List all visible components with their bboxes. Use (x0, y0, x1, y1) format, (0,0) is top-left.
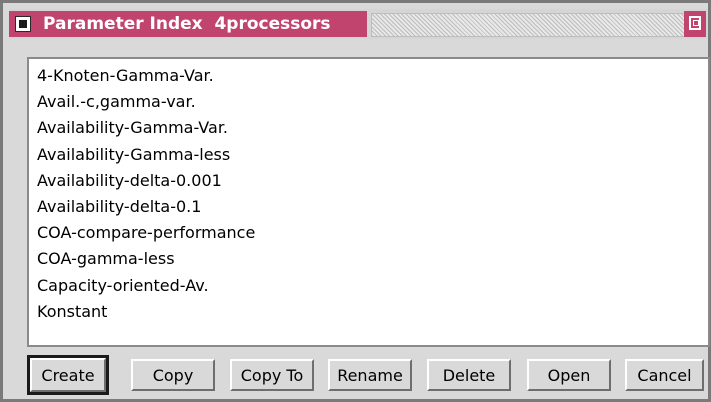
list-item[interactable]: Konstant (37, 299, 708, 325)
cancel-button[interactable]: Cancel (625, 359, 704, 391)
parameter-index-window: Parameter Index 4processors 4-Knoten-Gam… (0, 0, 711, 402)
list-item[interactable]: COA-gamma-less (37, 246, 708, 272)
button-row: Create Copy Copy To Rename Delete Open C… (27, 355, 704, 395)
open-button[interactable]: Open (527, 359, 611, 391)
list-item[interactable]: COA-compare-performance (37, 220, 708, 246)
window-menu-button[interactable] (15, 16, 31, 32)
list-item[interactable]: Availability-delta-0.1 (37, 194, 708, 220)
list-item[interactable]: Availability-Gamma-less (37, 142, 708, 168)
list-item[interactable]: Capacity-oriented-Av. (37, 273, 708, 299)
title-bar-drag-area[interactable] (371, 13, 701, 37)
maximize-button[interactable] (684, 11, 706, 37)
create-button-label: Create (30, 358, 106, 392)
delete-button[interactable]: Delete (427, 359, 511, 391)
window-title: Parameter Index 4processors (43, 14, 331, 34)
create-button[interactable]: Create (27, 355, 109, 395)
list-item[interactable]: Availability-Gamma-Var. (37, 115, 708, 141)
title-bar[interactable]: Parameter Index 4processors (9, 9, 708, 39)
parameter-list: 4-Knoten-Gamma-Var. Avail.-c,gamma-var. … (29, 59, 708, 325)
list-item[interactable]: 4-Knoten-Gamma-Var. (37, 63, 708, 89)
maximize-icon (689, 16, 701, 30)
list-item[interactable]: Availability-delta-0.001 (37, 168, 708, 194)
rename-button[interactable]: Rename (328, 359, 412, 391)
window-menu-icon (19, 20, 27, 28)
title-pill: Parameter Index 4processors (9, 11, 367, 37)
copy-button[interactable]: Copy (131, 359, 215, 391)
parameter-listbox[interactable]: 4-Knoten-Gamma-Var. Avail.-c,gamma-var. … (27, 57, 710, 347)
copy-to-button[interactable]: Copy To (230, 359, 314, 391)
list-item[interactable]: Avail.-c,gamma-var. (37, 89, 708, 115)
